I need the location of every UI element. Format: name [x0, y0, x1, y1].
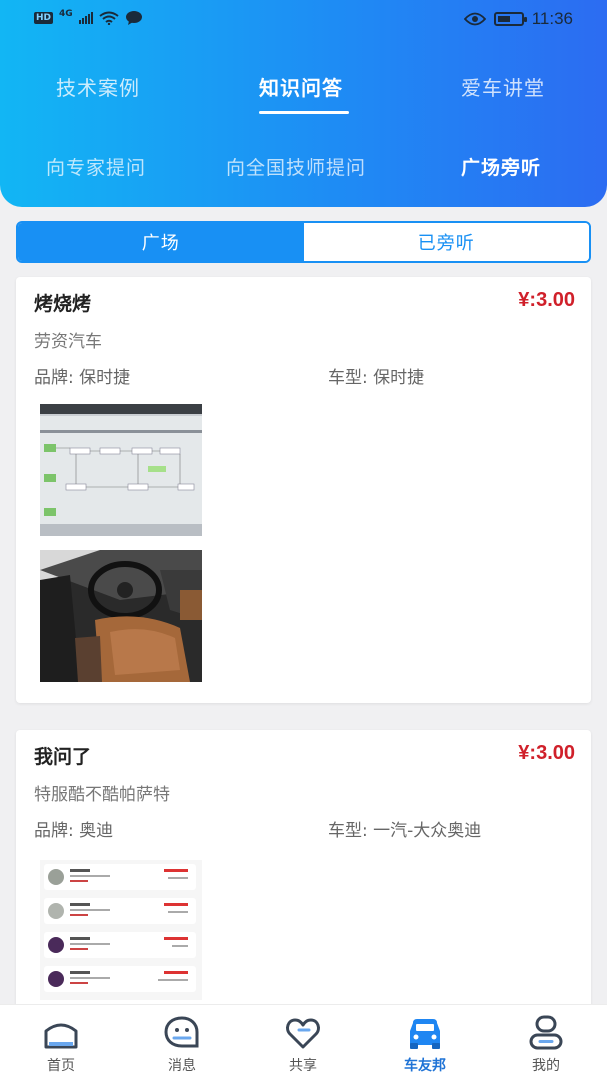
status-bar: HD 4G 11:36	[0, 0, 607, 38]
post-card[interactable]: 烤烧烤 ¥:3.00 劳资汽车 品牌: 保时捷 车型: 保时捷	[16, 277, 591, 703]
chat-bubble-icon	[125, 11, 142, 25]
post-image-flowchart[interactable]	[40, 404, 202, 536]
top-tabs: 技术案例 知识问答 爱车讲堂	[0, 72, 607, 112]
post-model: 车型: 一汽-大众奥迪	[328, 821, 482, 841]
nav-label: 车友邦	[404, 1058, 446, 1074]
message-icon	[164, 1016, 199, 1048]
tab-car-lecture[interactable]: 爱车讲堂	[461, 72, 545, 101]
nav-messages[interactable]: 消息	[137, 1005, 227, 1080]
post-company: 劳资汽车	[34, 332, 102, 352]
subtab-ask-expert[interactable]: 向专家提问	[46, 153, 146, 180]
eye-comfort-icon	[463, 12, 486, 26]
post-price: ¥:3.00	[518, 742, 575, 764]
post-title: 烤烧烤	[34, 293, 92, 315]
app-screen: HD 4G 11:36 技术案例 知识问答 爱车讲堂 向专家提问 向全国技师提问…	[0, 0, 607, 1080]
post-brand: 品牌: 保时捷	[34, 368, 131, 388]
status-right: 11:36	[463, 9, 573, 29]
post-price: ¥:3.00	[518, 289, 575, 311]
nav-label: 消息	[168, 1058, 196, 1074]
nav-label: 我的	[532, 1058, 560, 1074]
nav-label: 共享	[289, 1058, 317, 1074]
post-image-car-interior[interactable]	[40, 550, 202, 682]
post-model: 车型: 保时捷	[328, 368, 425, 388]
tab-tech-cases[interactable]: 技术案例	[56, 72, 140, 101]
segment-listened[interactable]: 已旁听	[303, 223, 589, 261]
nav-profile[interactable]: 我的	[501, 1005, 591, 1080]
wifi-icon	[99, 11, 119, 25]
sub-tabs: 向专家提问 向全国技师提问 广场旁听	[0, 153, 607, 185]
share-heart-icon	[286, 1018, 320, 1049]
home-icon	[44, 1023, 78, 1049]
subtab-plaza-listen[interactable]: 广场旁听	[461, 153, 541, 180]
hd-badge: HD	[34, 12, 54, 24]
battery-icon	[493, 12, 527, 26]
header-banner: HD 4G 11:36 技术案例 知识问答 爱车讲堂 向专家提问 向全国技师提问…	[0, 0, 607, 207]
nav-home[interactable]: 首页	[16, 1005, 106, 1080]
bottom-nav: 首页 消息 共享 车友邦 我的	[0, 1004, 607, 1080]
network-type: 4G	[59, 9, 73, 19]
tab-knowledge-qa[interactable]: 知识问答	[259, 72, 343, 101]
signal-icon	[78, 12, 93, 24]
post-brand: 品牌: 奥迪	[34, 821, 114, 841]
nav-car-club[interactable]: 车友邦	[380, 1005, 470, 1080]
post-image-order-list[interactable]	[40, 860, 202, 1000]
car-club-icon	[410, 1019, 440, 1049]
status-left: HD 4G	[34, 9, 143, 26]
segment-control: 广场 已旁听	[16, 221, 591, 263]
post-company: 特服酷不酷帕萨特	[34, 785, 170, 805]
post-card[interactable]: 我问了 ¥:3.00 特服酷不酷帕萨特 品牌: 奥迪 车型: 一汽-大众奥迪	[16, 730, 591, 1030]
nav-label: 首页	[47, 1058, 75, 1074]
subtab-ask-technicians[interactable]: 向全国技师提问	[226, 153, 366, 180]
nav-share[interactable]: 共享	[258, 1005, 348, 1080]
status-time: 11:36	[531, 9, 573, 28]
segment-plaza[interactable]: 广场	[18, 223, 304, 261]
post-title: 我问了	[34, 746, 92, 768]
profile-icon	[529, 1015, 563, 1050]
active-tab-indicator	[259, 111, 349, 114]
